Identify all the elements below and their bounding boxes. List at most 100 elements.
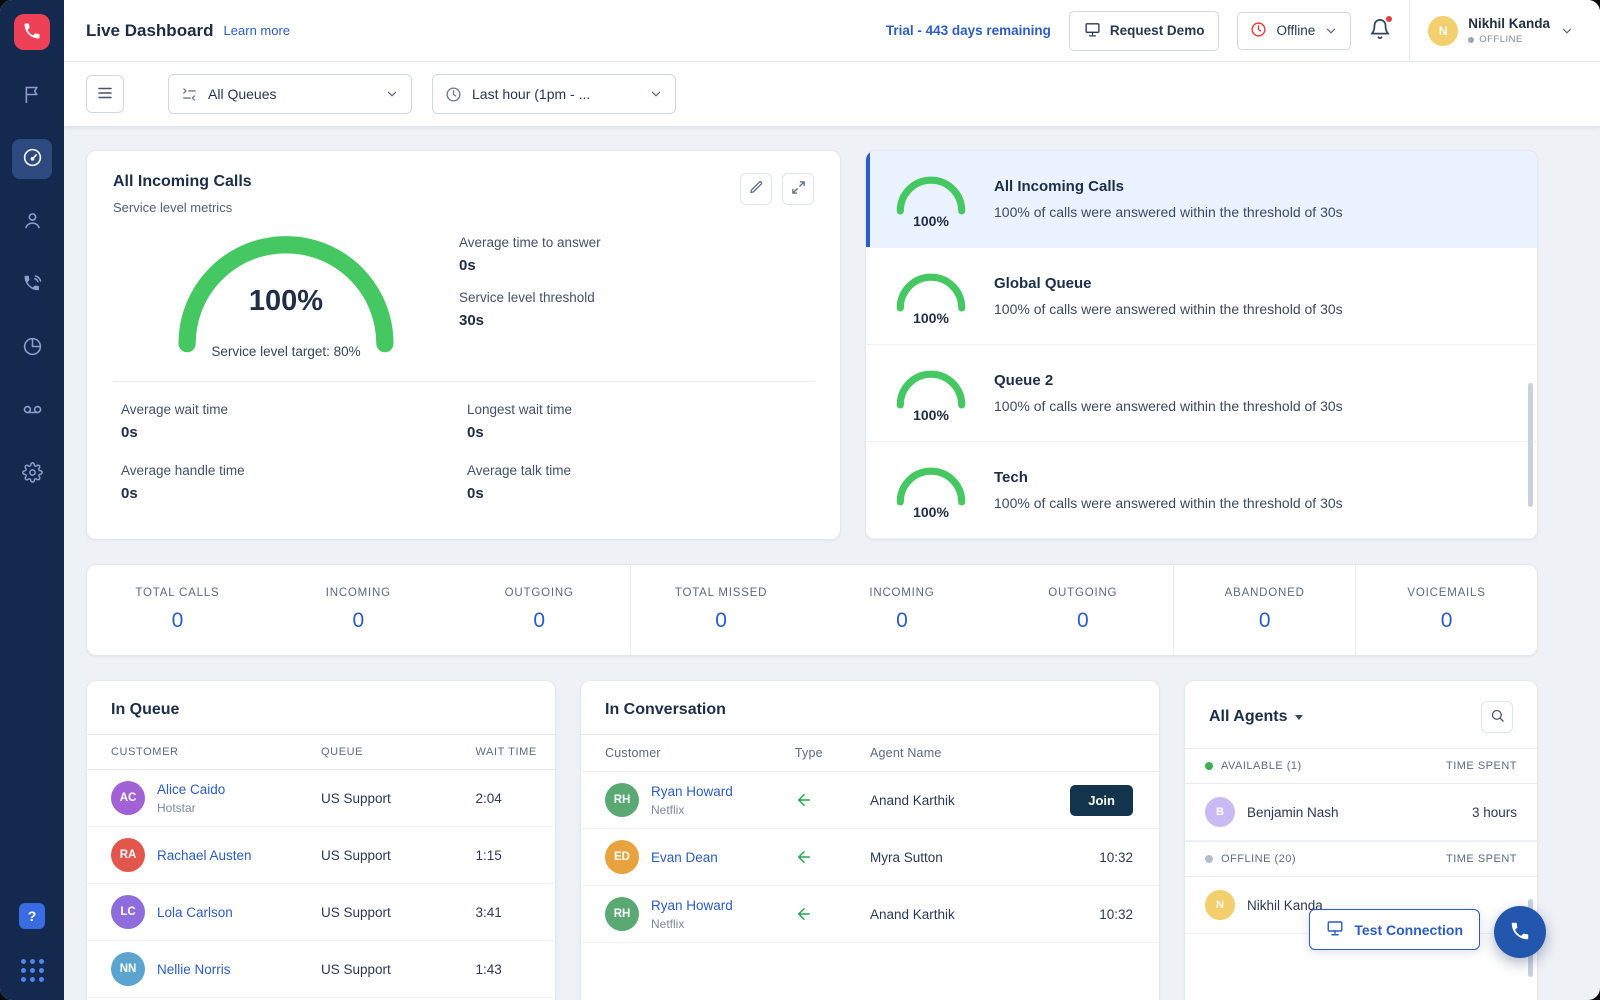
all-agents-panel: All Agents AVAILABLE (1) TIME SPENT B Be… — [1184, 680, 1538, 1000]
panel-title: In Conversation — [605, 701, 726, 719]
metric-avg-wait: Average wait time 0s — [121, 402, 467, 441]
agents-section-available: AVAILABLE (1) TIME SPENT — [1185, 748, 1537, 784]
avatar: AC — [111, 781, 145, 815]
avatar: RH — [605, 897, 639, 931]
dialer-fab[interactable] — [1494, 906, 1546, 958]
queue-panel-tech[interactable]: 100% Tech100% of calls were answered wit… — [866, 442, 1537, 539]
sidebar-item-reports[interactable] — [12, 328, 52, 368]
table-header-row: Customer Type Agent Name — [581, 735, 1159, 772]
edit-button[interactable] — [740, 173, 772, 205]
gauge-target: Service level target: 80% — [171, 344, 401, 359]
avatar: ED — [605, 840, 639, 874]
flag-icon — [22, 84, 43, 108]
sidebar-item-onboarding[interactable] — [12, 76, 52, 116]
notifications-button[interactable] — [1369, 18, 1391, 43]
search-icon — [1490, 708, 1505, 726]
join-button[interactable]: Join — [1070, 785, 1133, 816]
stat-total-missed: TOTAL MISSED0 — [630, 565, 812, 655]
avatar: RA — [111, 838, 145, 872]
user-menu[interactable]: N Nikhil Kanda OFFLINE — [1428, 16, 1574, 46]
chevron-down-icon — [649, 87, 663, 101]
panel-title: In Queue — [111, 701, 179, 719]
expand-icon — [791, 180, 806, 198]
test-connection-button[interactable]: Test Connection — [1309, 909, 1480, 950]
trial-banner: Trial - 443 days remaining — [886, 23, 1051, 38]
stat-incoming: INCOMING0 — [268, 565, 449, 655]
incoming-call-icon — [795, 905, 870, 923]
presence-dropdown[interactable]: Offline — [1237, 12, 1351, 50]
card-title: All Incoming Calls — [113, 173, 252, 191]
queue-panel-queue-2[interactable]: 100% Queue 2100% of calls were answered … — [866, 345, 1537, 442]
hamburger-icon — [96, 84, 114, 105]
pie-chart-icon — [22, 336, 43, 360]
metric-avg-time-to-answer: Average time to answer 0s — [459, 235, 601, 274]
offline-dot — [1205, 855, 1213, 863]
app-logo[interactable] — [14, 14, 50, 50]
user-status: OFFLINE — [1468, 34, 1550, 45]
filter-toolbar: All Queues Last hour (1pm - ... — [64, 62, 1600, 126]
customer-link[interactable]: Lola Carlson — [157, 905, 233, 920]
table-row: EDEvan Dean Myra Sutton 10:32 — [581, 829, 1159, 886]
stat-voicemails: VOICEMAILS0 — [1355, 565, 1537, 655]
sidebar-item-admin[interactable] — [12, 454, 52, 494]
phone-call-icon — [22, 273, 43, 297]
customer-link[interactable]: Rachael Austen — [157, 848, 252, 863]
queue-panel-global-queue[interactable]: 100% Global Queue100% of calls were answ… — [866, 248, 1537, 345]
stat-outgoing: OUTGOING0 — [449, 565, 630, 655]
sidebar-item-contacts[interactable] — [12, 202, 52, 242]
queue-panel-all-incoming[interactable]: 100% All Incoming Calls100% of calls wer… — [866, 151, 1537, 248]
available-dot — [1205, 762, 1213, 770]
avatar: LC — [111, 895, 145, 929]
metric-avg-handle: Average handle time 0s — [121, 463, 467, 502]
phone-icon — [22, 21, 42, 44]
sidebar-item-calls[interactable] — [12, 265, 52, 305]
help-button[interactable]: ? — [19, 903, 45, 929]
queue-gauge: 100% — [892, 269, 970, 323]
stat-missed-incoming: INCOMING0 — [812, 565, 993, 655]
learn-more-link[interactable]: Learn more — [224, 23, 290, 38]
voicemail-icon — [22, 399, 43, 423]
customer-link[interactable]: Evan Dean — [651, 850, 718, 865]
chevron-down-icon — [1324, 24, 1338, 38]
call-stats-bar: TOTAL CALLS0 INCOMING0 OUTGOING0 TOTAL M… — [86, 564, 1538, 656]
queue-gauge: 100% — [892, 172, 970, 226]
queue-gauge: 100% — [892, 463, 970, 517]
customer-link[interactable]: Nellie Norris — [157, 962, 231, 977]
customer-link[interactable]: Ryan Howard — [651, 898, 733, 913]
avatar: N — [1205, 890, 1235, 920]
in-conversation-table: Customer Type Agent Name RHRyan HowardNe… — [581, 734, 1159, 943]
customer-link[interactable]: Ryan Howard — [651, 784, 733, 799]
offline-clock-icon — [1250, 21, 1267, 41]
sidebar-item-voicemail[interactable] — [12, 391, 52, 431]
user-name: Nikhil Kanda — [1468, 16, 1550, 31]
chevron-down-icon — [385, 87, 399, 101]
divider — [113, 381, 814, 382]
expand-button[interactable] — [782, 173, 814, 205]
gauge-value: 100% — [171, 285, 401, 318]
queue-filter-dropdown[interactable]: All Queues — [168, 74, 412, 114]
incoming-call-icon — [795, 848, 870, 866]
table-row: ACAlice CaidoHotstar US Support 2:04 — [87, 770, 555, 827]
agent-row: B Benjamin Nash 3 hours — [1185, 784, 1537, 841]
table-header-row: CUSTOMER QUEUE WAIT TIME — [87, 735, 555, 770]
gear-icon — [22, 462, 43, 486]
agents-filter-dropdown[interactable]: All Agents — [1209, 708, 1303, 726]
service-level-card: All Incoming Calls Service level metrics — [86, 150, 841, 540]
page-title: Live Dashboard — [86, 21, 214, 41]
collapse-menu-button[interactable] — [86, 75, 124, 113]
stat-abandoned: ABANDONED0 — [1173, 565, 1355, 655]
avatar: RH — [605, 783, 639, 817]
agents-section-offline: OFFLINE (20) TIME SPENT — [1185, 841, 1537, 877]
time-filter-dropdown[interactable]: Last hour (1pm - ... — [432, 74, 676, 114]
phone-icon — [1509, 920, 1531, 945]
search-button[interactable] — [1481, 701, 1513, 733]
sidebar-item-dashboard[interactable] — [12, 139, 52, 179]
customer-link[interactable]: Alice Caido — [157, 782, 225, 797]
scrollbar[interactable] — [1528, 383, 1533, 507]
apps-launcher[interactable] — [21, 959, 44, 982]
request-demo-button[interactable]: Request Demo — [1069, 11, 1220, 51]
topbar: Live Dashboard Learn more Trial - 443 da… — [64, 0, 1600, 62]
table-row: RARachael Austen US Support 1:15 — [87, 827, 555, 884]
metric-longest-wait: Longest wait time 0s — [467, 402, 814, 441]
card-subtitle: Service level metrics — [113, 200, 252, 215]
